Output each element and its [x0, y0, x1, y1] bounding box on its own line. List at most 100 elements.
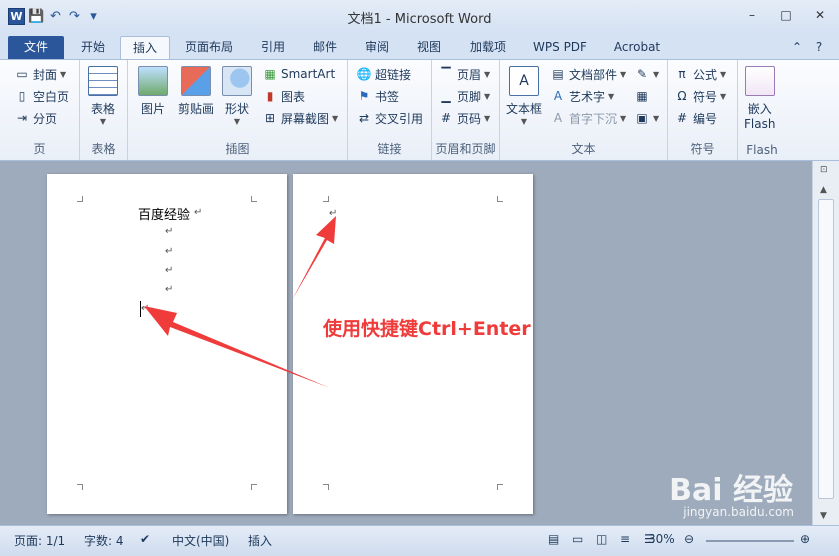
- status-insert-mode[interactable]: 插入: [248, 532, 272, 549]
- tab-addins[interactable]: 加载项: [460, 36, 516, 59]
- crossref-button[interactable]: ⇄ 交叉引用: [356, 108, 423, 128]
- tab-page-layout[interactable]: 页面布局: [176, 36, 242, 59]
- status-bar: 页面: 1/1 字数: 4 ✔ 中文(中国) 插入 ▤ ▭ ◫ ≡ ☰ 30% …: [0, 525, 839, 556]
- dropcap-button[interactable]: A 首字下沉 ▼: [550, 108, 626, 128]
- tab-home[interactable]: 开始: [70, 36, 116, 59]
- zoom-slider[interactable]: [706, 540, 794, 542]
- proofing-icon[interactable]: ✔: [140, 532, 150, 546]
- clipart-button[interactable]: 剪贴画: [178, 66, 214, 117]
- tab-insert[interactable]: 插入: [120, 36, 170, 59]
- signature-line-button[interactable]: ✎ ▼: [634, 64, 659, 84]
- datetime-icon: ▦: [636, 89, 648, 103]
- tab-file[interactable]: 文件: [8, 36, 64, 59]
- footer-button[interactable]: ▁ 页脚 ▼: [438, 86, 490, 106]
- minimize-button[interactable]: –: [741, 6, 763, 24]
- window-title: 文档1 - Microsoft Word: [347, 12, 492, 27]
- paragraph-mark: ↵: [329, 208, 338, 219]
- dropcap-icon: A: [553, 111, 563, 125]
- collapse-ribbon-icon[interactable]: ⌃: [786, 36, 808, 59]
- object-icon: ▣: [636, 111, 648, 125]
- chart-button[interactable]: ▮ 图表: [262, 86, 305, 106]
- group-label: 符号: [690, 142, 715, 156]
- group-label: 文本: [571, 142, 596, 156]
- zoom-out-icon[interactable]: ⊖: [684, 532, 694, 546]
- chart-icon: ▮: [266, 89, 274, 103]
- textbox-icon: A: [509, 66, 539, 96]
- group-text: A 文本框 ▼ ▤ 文档部件 ▼ A 艺术字 ▼ A 首字下沉 ▼ ✎ ▼ ▦ ▣ ▼ 文本: [500, 60, 668, 160]
- group-pages: ▭ 封面 ▼ ▯ 空白页 ⇥ 分页 页: [0, 60, 80, 160]
- wordart-button[interactable]: A 艺术字 ▼: [550, 86, 614, 106]
- hyperlink-button[interactable]: 🌐 超链接: [356, 64, 412, 84]
- window-controls: – □ ✕: [741, 6, 831, 24]
- ribbon: ▭ 封面 ▼ ▯ 空白页 ⇥ 分页 页 表格 ▼ 表格 图片 剪贴画 形状 ▼ ▦ Smart…: [0, 59, 839, 161]
- paragraph-mark: ↵: [165, 284, 174, 295]
- tab-acrobat[interactable]: Acrobat: [604, 36, 670, 59]
- blank-page-button[interactable]: ▯ 空白页: [14, 86, 69, 106]
- header-button[interactable]: ▔ 页眉 ▼: [438, 64, 490, 84]
- tab-review[interactable]: 审阅: [354, 36, 400, 59]
- quickparts-button[interactable]: ▤ 文档部件 ▼: [550, 64, 626, 84]
- group-label: 表格: [91, 142, 116, 156]
- wordart-icon: A: [553, 89, 563, 103]
- scroll-down-icon[interactable]: ▼: [820, 511, 827, 521]
- baidu-watermark-url: jingyan.baidu.com: [683, 505, 794, 519]
- screenshot-icon: ⊞: [264, 111, 276, 125]
- web-layout-view-icon[interactable]: ◫: [596, 532, 607, 546]
- bookmark-icon: ⚑: [358, 89, 370, 103]
- tab-wps-pdf[interactable]: WPS PDF: [522, 36, 598, 59]
- outline-view-icon[interactable]: ≡: [620, 532, 630, 546]
- status-language[interactable]: 中文(中国): [172, 532, 229, 549]
- ribbon-tabs: 文件 开始 插入 页面布局 引用 邮件 审阅 视图 加载项 WPS PDF Ac…: [0, 33, 839, 59]
- object-button[interactable]: ▣ ▼: [634, 108, 659, 128]
- zoom-level[interactable]: 30%: [648, 532, 675, 546]
- picture-button[interactable]: 图片: [138, 66, 168, 117]
- page-break-icon: ⇥: [16, 111, 28, 125]
- equation-button[interactable]: π 公式 ▼: [674, 64, 726, 84]
- maximize-button[interactable]: □: [775, 6, 797, 24]
- symbol-button[interactable]: Ω 符号 ▼: [674, 86, 726, 106]
- status-words[interactable]: 字数: 4: [84, 532, 124, 549]
- textbox-button[interactable]: A 文本框 ▼: [506, 66, 542, 126]
- status-page[interactable]: 页面: 1/1: [14, 532, 65, 549]
- vertical-scrollbar[interactable]: ⊡ ▲ ▼: [812, 161, 839, 525]
- blank-page-icon: ▯: [18, 89, 26, 103]
- scroll-up-icon[interactable]: ▲: [820, 185, 827, 195]
- smartart-button[interactable]: ▦ SmartArt: [262, 64, 335, 84]
- ruler-toggle-icon[interactable]: ⊡: [820, 165, 828, 175]
- hyperlink-icon: 🌐: [356, 67, 372, 81]
- print-layout-view-icon[interactable]: ▤: [548, 532, 559, 546]
- scroll-thumb[interactable]: [818, 199, 834, 499]
- annotation-text: 使用快捷键Ctrl+Enter: [323, 318, 531, 340]
- shapes-icon: [222, 66, 252, 96]
- dropdown-arrow-icon: ▼: [60, 69, 67, 79]
- table-button[interactable]: 表格 ▼: [88, 66, 118, 126]
- group-label: 页眉和页脚: [435, 142, 496, 156]
- paragraph-mark: ↵: [165, 246, 174, 257]
- page-number-button[interactable]: # 页码 ▼: [438, 108, 490, 128]
- table-icon: [88, 66, 118, 96]
- screenshot-button[interactable]: ⊞ 屏幕截图 ▼: [262, 108, 338, 128]
- embed-flash-button[interactable]: 嵌入 Flash: [744, 66, 775, 131]
- signature-line-icon: ✎: [636, 67, 648, 81]
- shapes-button[interactable]: 形状 ▼: [222, 66, 252, 126]
- tab-references[interactable]: 引用: [250, 36, 296, 59]
- group-label: 链接: [377, 142, 402, 156]
- page-2[interactable]: ↵: [293, 174, 533, 514]
- bookmark-button[interactable]: ⚑ 书签: [356, 86, 399, 106]
- fullscreen-view-icon[interactable]: ▭: [572, 532, 583, 546]
- cover-page-button[interactable]: ▭ 封面 ▼: [14, 64, 66, 84]
- help-icon[interactable]: ?: [808, 36, 830, 59]
- tab-view[interactable]: 视图: [406, 36, 452, 59]
- page-1[interactable]: 百度经验 ↵ ↵ ↵ ↵ ↵ ↵: [47, 174, 287, 514]
- clipart-icon: [181, 66, 211, 96]
- close-button[interactable]: ✕: [809, 6, 831, 24]
- tab-mailings[interactable]: 邮件: [302, 36, 348, 59]
- title-bar: W 💾 ↶ ↷ ▾ 文档1 - Microsoft Word – □ ✕: [0, 0, 839, 33]
- number-button[interactable]: # 编号: [674, 108, 717, 128]
- document-text[interactable]: 百度经验: [138, 204, 190, 223]
- zoom-in-icon[interactable]: ⊕: [800, 532, 810, 546]
- omega-icon: Ω: [677, 89, 687, 103]
- paragraph-mark: ↵: [141, 303, 150, 314]
- page-break-button[interactable]: ⇥ 分页: [14, 108, 57, 128]
- datetime-button[interactable]: ▦: [634, 86, 650, 106]
